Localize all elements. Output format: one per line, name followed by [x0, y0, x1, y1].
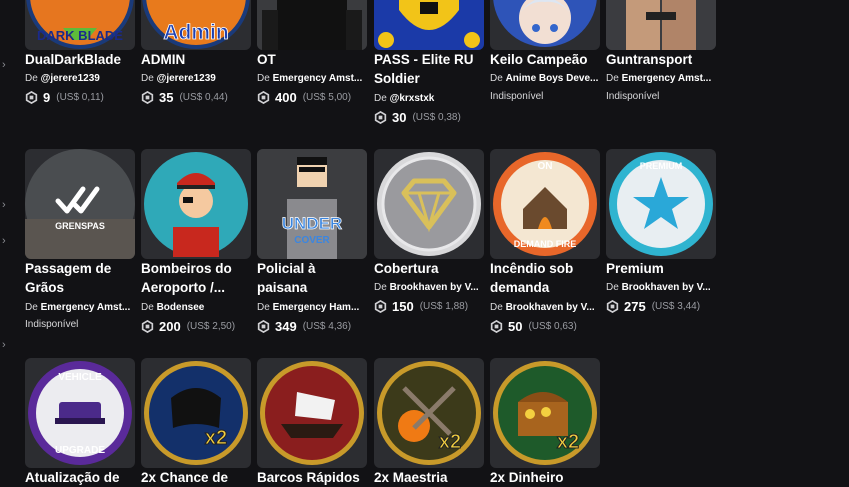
pass-price: 50 (US$ 0,63) — [490, 318, 577, 334]
pass-thumbnail: Admin — [141, 0, 251, 50]
cover-logo-text: COVER — [294, 235, 330, 246]
robux-icon — [374, 299, 387, 313]
pass-name[interactable]: 2x Dinheiro — [490, 468, 608, 487]
pass-name[interactable]: Keilo Campeão — [490, 50, 608, 69]
pass-thumbnail: DARK BLADE — [25, 0, 135, 50]
pass-thumbnail: UNDER COVER — [257, 149, 367, 259]
pass-thumbnail: x2 — [141, 358, 251, 468]
pass-price: 200 (US$ 2,50) — [141, 318, 235, 334]
chevron-right-icon[interactable]: › — [2, 60, 10, 71]
premium-logo-text: PREMIUM — [640, 161, 683, 171]
chevron-right-icon[interactable]: › — [2, 340, 10, 351]
pass-thumbnail — [374, 149, 484, 259]
under-logo-text: UNDER — [282, 214, 342, 233]
pass-thumbnail — [490, 0, 600, 50]
pass-name[interactable]: DualDarkBlade — [25, 50, 143, 69]
pass-thumbnail: x2 — [374, 358, 484, 468]
pass-name[interactable]: Cobertura — [374, 259, 492, 278]
pass-name[interactable]: Incêndio sob demanda — [490, 259, 608, 297]
pass-creator[interactable]: De Brookhaven by V... — [606, 281, 718, 294]
pass-creator[interactable]: De @krxstxk — [374, 92, 486, 105]
robux-icon — [25, 90, 38, 104]
demand-fire-logo-text: DEMAND FIRE — [514, 239, 577, 249]
pass-price: 35 (US$ 0,44) — [141, 89, 228, 105]
pass-thumbnail: PREMIUM — [606, 149, 716, 259]
pass-name[interactable]: PASS - Elite RU Soldier — [374, 50, 492, 88]
grenspas-logo-text: GRENSPAS — [55, 221, 105, 231]
left-gutter: › › › › — [0, 0, 14, 486]
pass-name[interactable]: ADMIN — [141, 50, 259, 69]
pass-creator[interactable]: De @jerere1239 — [25, 72, 137, 85]
pass-thumbnail — [141, 149, 251, 259]
pass-price: 9 (US$ 0,11) — [25, 89, 104, 105]
pass-name[interactable]: Policial à paisana — [257, 259, 375, 297]
pass-creator[interactable]: De Anime Boys Deve... — [490, 72, 602, 85]
pass-price: 400 (US$ 5,00) — [257, 89, 351, 105]
admin-logo-text: Admin — [163, 21, 228, 44]
pass-thumbnail: VEHICLE UPGRADE — [25, 358, 135, 468]
pass-name[interactable]: Guntransport — [606, 50, 724, 69]
robux-icon — [141, 90, 154, 104]
pass-creator[interactable]: De Emergency Amst... — [257, 72, 369, 85]
vehicle-logo-text: VEHICLE — [58, 372, 102, 383]
pass-creator[interactable]: De Bodensee — [141, 301, 253, 314]
robux-icon — [257, 319, 270, 333]
upgrade-logo-text: UPGRADE — [55, 445, 105, 456]
pass-price: 349 (US$ 4,36) — [257, 318, 351, 334]
pass-thumbnail: ON DEMAND FIRE — [490, 149, 600, 259]
pass-name[interactable]: Atualização de — [25, 468, 143, 487]
pass-name[interactable]: Passagem de Grãos — [25, 259, 143, 297]
x2-logo-text: x2 — [557, 431, 579, 453]
pass-name[interactable]: Premium — [606, 259, 724, 278]
robux-icon — [490, 319, 503, 333]
pass-price: 275 (US$ 3,44) — [606, 298, 700, 314]
pass-thumbnail — [257, 358, 367, 468]
pass-name[interactable]: Barcos Rápidos — [257, 468, 375, 487]
pass-creator[interactable]: De Emergency Amst... — [25, 301, 137, 314]
unavailable-label: Indisponível — [606, 91, 660, 102]
pass-price: 30 (US$ 0,38) — [374, 109, 461, 125]
unavailable-label: Indisponível — [25, 319, 79, 330]
pass-thumbnail — [257, 0, 367, 50]
pass-creator[interactable]: De Emergency Amst... — [606, 72, 718, 85]
dark-blade-logo-text: DARK BLADE — [37, 28, 123, 43]
pass-name[interactable]: 2x Maestria — [374, 468, 492, 487]
pass-name[interactable]: 2x Chance de — [141, 468, 259, 487]
unavailable-label: Indisponível — [490, 91, 544, 102]
pass-thumbnail — [606, 0, 716, 50]
pass-thumbnail: x2 — [490, 358, 600, 468]
chevron-right-icon[interactable]: › — [2, 200, 10, 211]
chevron-right-icon[interactable]: › — [2, 236, 10, 247]
pass-thumbnail — [374, 0, 484, 50]
on-logo-text: ON — [538, 161, 553, 172]
x2-logo-text: x2 — [439, 431, 461, 453]
pass-creator[interactable]: De @jerere1239 — [141, 72, 253, 85]
pass-creator[interactable]: De Emergency Ham... — [257, 301, 369, 314]
pass-price: 150 (US$ 1,88) — [374, 298, 468, 314]
pass-thumbnail: GRENSPAS — [25, 149, 135, 259]
pass-creator[interactable]: De Brookhaven by V... — [374, 281, 486, 294]
robux-icon — [606, 299, 619, 313]
pass-name[interactable]: Bombeiros do Aeroporto /... — [141, 259, 259, 297]
pass-creator[interactable]: De Brookhaven by V... — [490, 301, 602, 314]
robux-icon — [374, 110, 387, 124]
x2-logo-text: x2 — [205, 427, 227, 449]
robux-icon — [257, 90, 270, 104]
pass-name[interactable]: OT — [257, 50, 375, 69]
robux-icon — [141, 319, 154, 333]
